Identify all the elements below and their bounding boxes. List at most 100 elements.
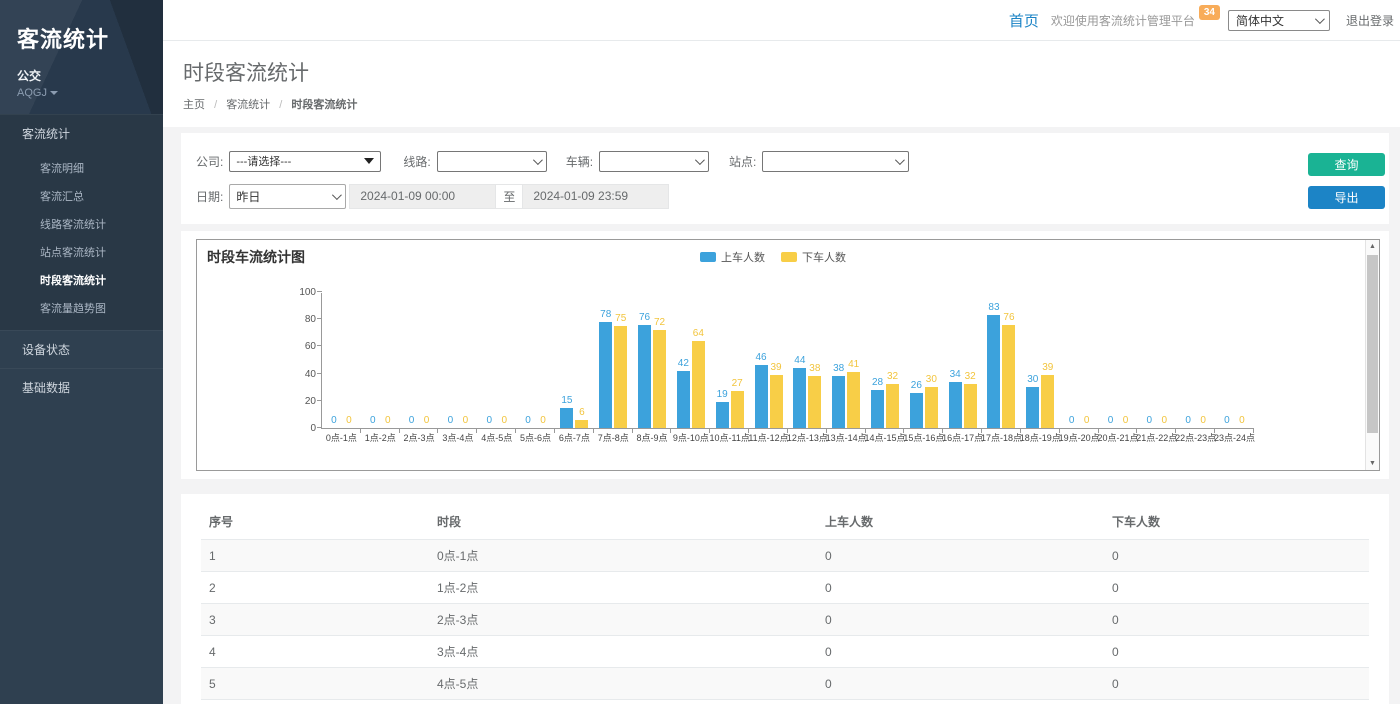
bar[interactable] [886,384,899,428]
chart-scrollbar[interactable]: ▲ ▼ [1365,240,1379,470]
bar-slot: 32 [964,293,977,428]
bar[interactable] [1026,387,1039,428]
bar[interactable] [847,372,860,428]
bar-group: 0023点-24点 [1215,293,1254,428]
vehicle-label: 车辆: [566,153,593,170]
x-axis-label: 15点-16点 [903,431,944,444]
bar-slot: 39 [770,293,783,428]
bar[interactable] [599,322,612,428]
notification-badge[interactable]: 34 [1199,5,1220,20]
bar-value-label: 0 [346,415,352,426]
bar-value-label: 75 [615,313,626,324]
bar[interactable] [560,408,573,428]
bar[interactable] [1002,325,1015,428]
breadcrumb-home[interactable]: 主页 [183,99,205,111]
x-axis-label: 9点-10点 [673,431,709,444]
legend-item[interactable]: 上车人数 [700,249,765,265]
table-row: 10点-1点00 [201,540,1369,572]
bar[interactable] [832,376,845,428]
language-select[interactable]: 简体中文 [1228,10,1330,31]
station-select[interactable] [762,151,909,172]
bar[interactable] [964,384,977,428]
breadcrumb-section[interactable]: 客流统计 [226,99,270,111]
bar[interactable] [871,390,884,428]
bar-value-label: 0 [1123,415,1129,426]
logout-link[interactable]: 退出登录 [1346,12,1394,29]
bar[interactable] [1041,375,1054,428]
bar-slot: 0 [342,293,355,428]
content-area: 公司: ---请选择--- 线路: 车辆: 站点: 日期: 昨日 2024-01… [163,127,1400,704]
scroll-up-icon[interactable]: ▲ [1366,240,1379,253]
bar[interactable] [614,326,627,428]
bar[interactable] [638,325,651,428]
scrollbar-thumb[interactable] [1367,255,1378,433]
date-to-input[interactable]: 2024-01-09 23:59 [522,184,669,209]
sidebar-item-passenger-stats[interactable]: 客流统计 [0,114,163,152]
date-from-input[interactable]: 2024-01-09 00:00 [349,184,496,209]
bar-slot: 39 [1041,293,1054,428]
bar[interactable] [770,375,783,428]
bar-slot: 0 [459,293,472,428]
y-axis-tick-label: 40 [284,369,316,380]
vehicle-select[interactable] [599,151,709,172]
bar-value-label: 34 [950,369,961,380]
sidebar-item-device-status[interactable]: 设备状态 [0,330,163,368]
sidebar-subitem[interactable]: 客流明细 [0,154,163,182]
chart-panel: 时段车流统计图 上车人数下车人数 020406080100 000点-1点001… [181,231,1389,479]
bar[interactable] [793,368,806,428]
bar[interactable] [677,371,690,428]
bar-value-label: 0 [409,415,415,426]
chevron-down-icon [695,155,705,165]
company-select[interactable]: ---请选择--- [229,151,381,172]
sidebar-subitem[interactable]: 客流汇总 [0,182,163,210]
bar-slot: 15 [560,293,573,428]
x-axis-tick [593,428,594,433]
legend-item[interactable]: 下车人数 [781,249,846,265]
bar-slot: 72 [653,293,666,428]
x-axis-label: 0点-1点 [326,431,357,444]
bar[interactable] [910,393,923,428]
bar-value-label: 0 [1084,415,1090,426]
bar-slot: 75 [614,293,627,428]
table-cell: 0 [1104,540,1369,572]
x-axis-label: 22点-23点 [1175,431,1216,444]
home-link[interactable]: 首页 [1009,10,1039,31]
table-cell: 0 [817,572,1104,604]
bar[interactable] [575,420,588,428]
sidebar-subitem[interactable]: 时段客流统计 [0,266,163,294]
org-code-dropdown[interactable]: AQGJ [17,87,163,99]
x-axis-label: 1点-2点 [365,431,396,444]
sidebar-subitem[interactable]: 客流量趋势图 [0,294,163,322]
bar-value-label: 78 [600,309,611,320]
bar[interactable] [925,387,938,428]
table-cell: 2 [201,572,429,604]
table-row: 43点-4点00 [201,636,1369,668]
bar-value-label: 0 [331,415,337,426]
sidebar-subitem[interactable]: 站点客流统计 [0,238,163,266]
bar-slot: 0 [1197,293,1210,428]
col-header-index: 序号 [201,504,429,540]
table-cell: 5点-6点 [429,700,817,704]
sidebar-subitem[interactable]: 线路客流统计 [0,210,163,238]
bar[interactable] [808,376,821,428]
bar-group: 0021点-22点 [1137,293,1176,428]
bar[interactable] [692,341,705,428]
line-select[interactable] [437,151,547,172]
bar[interactable] [653,330,666,428]
bar-value-label: 26 [911,380,922,391]
scroll-down-icon[interactable]: ▼ [1366,457,1379,470]
bar-slot: 44 [793,293,806,428]
bar-group: 002点-3点 [400,293,439,428]
bar[interactable] [716,402,729,428]
bar-group: 384113点-14点 [827,293,866,428]
bar[interactable] [755,365,768,428]
query-button[interactable]: 查询 [1308,153,1385,176]
bar[interactable] [731,391,744,428]
date-preset-select[interactable]: 昨日 [229,184,346,209]
sidebar-item-base-data[interactable]: 基础数据 [0,368,163,406]
bar[interactable] [949,382,962,428]
table-cell: 5 [201,668,429,700]
bar[interactable] [987,315,1000,428]
export-button[interactable]: 导出 [1308,186,1385,209]
bar-slot: 38 [808,293,821,428]
